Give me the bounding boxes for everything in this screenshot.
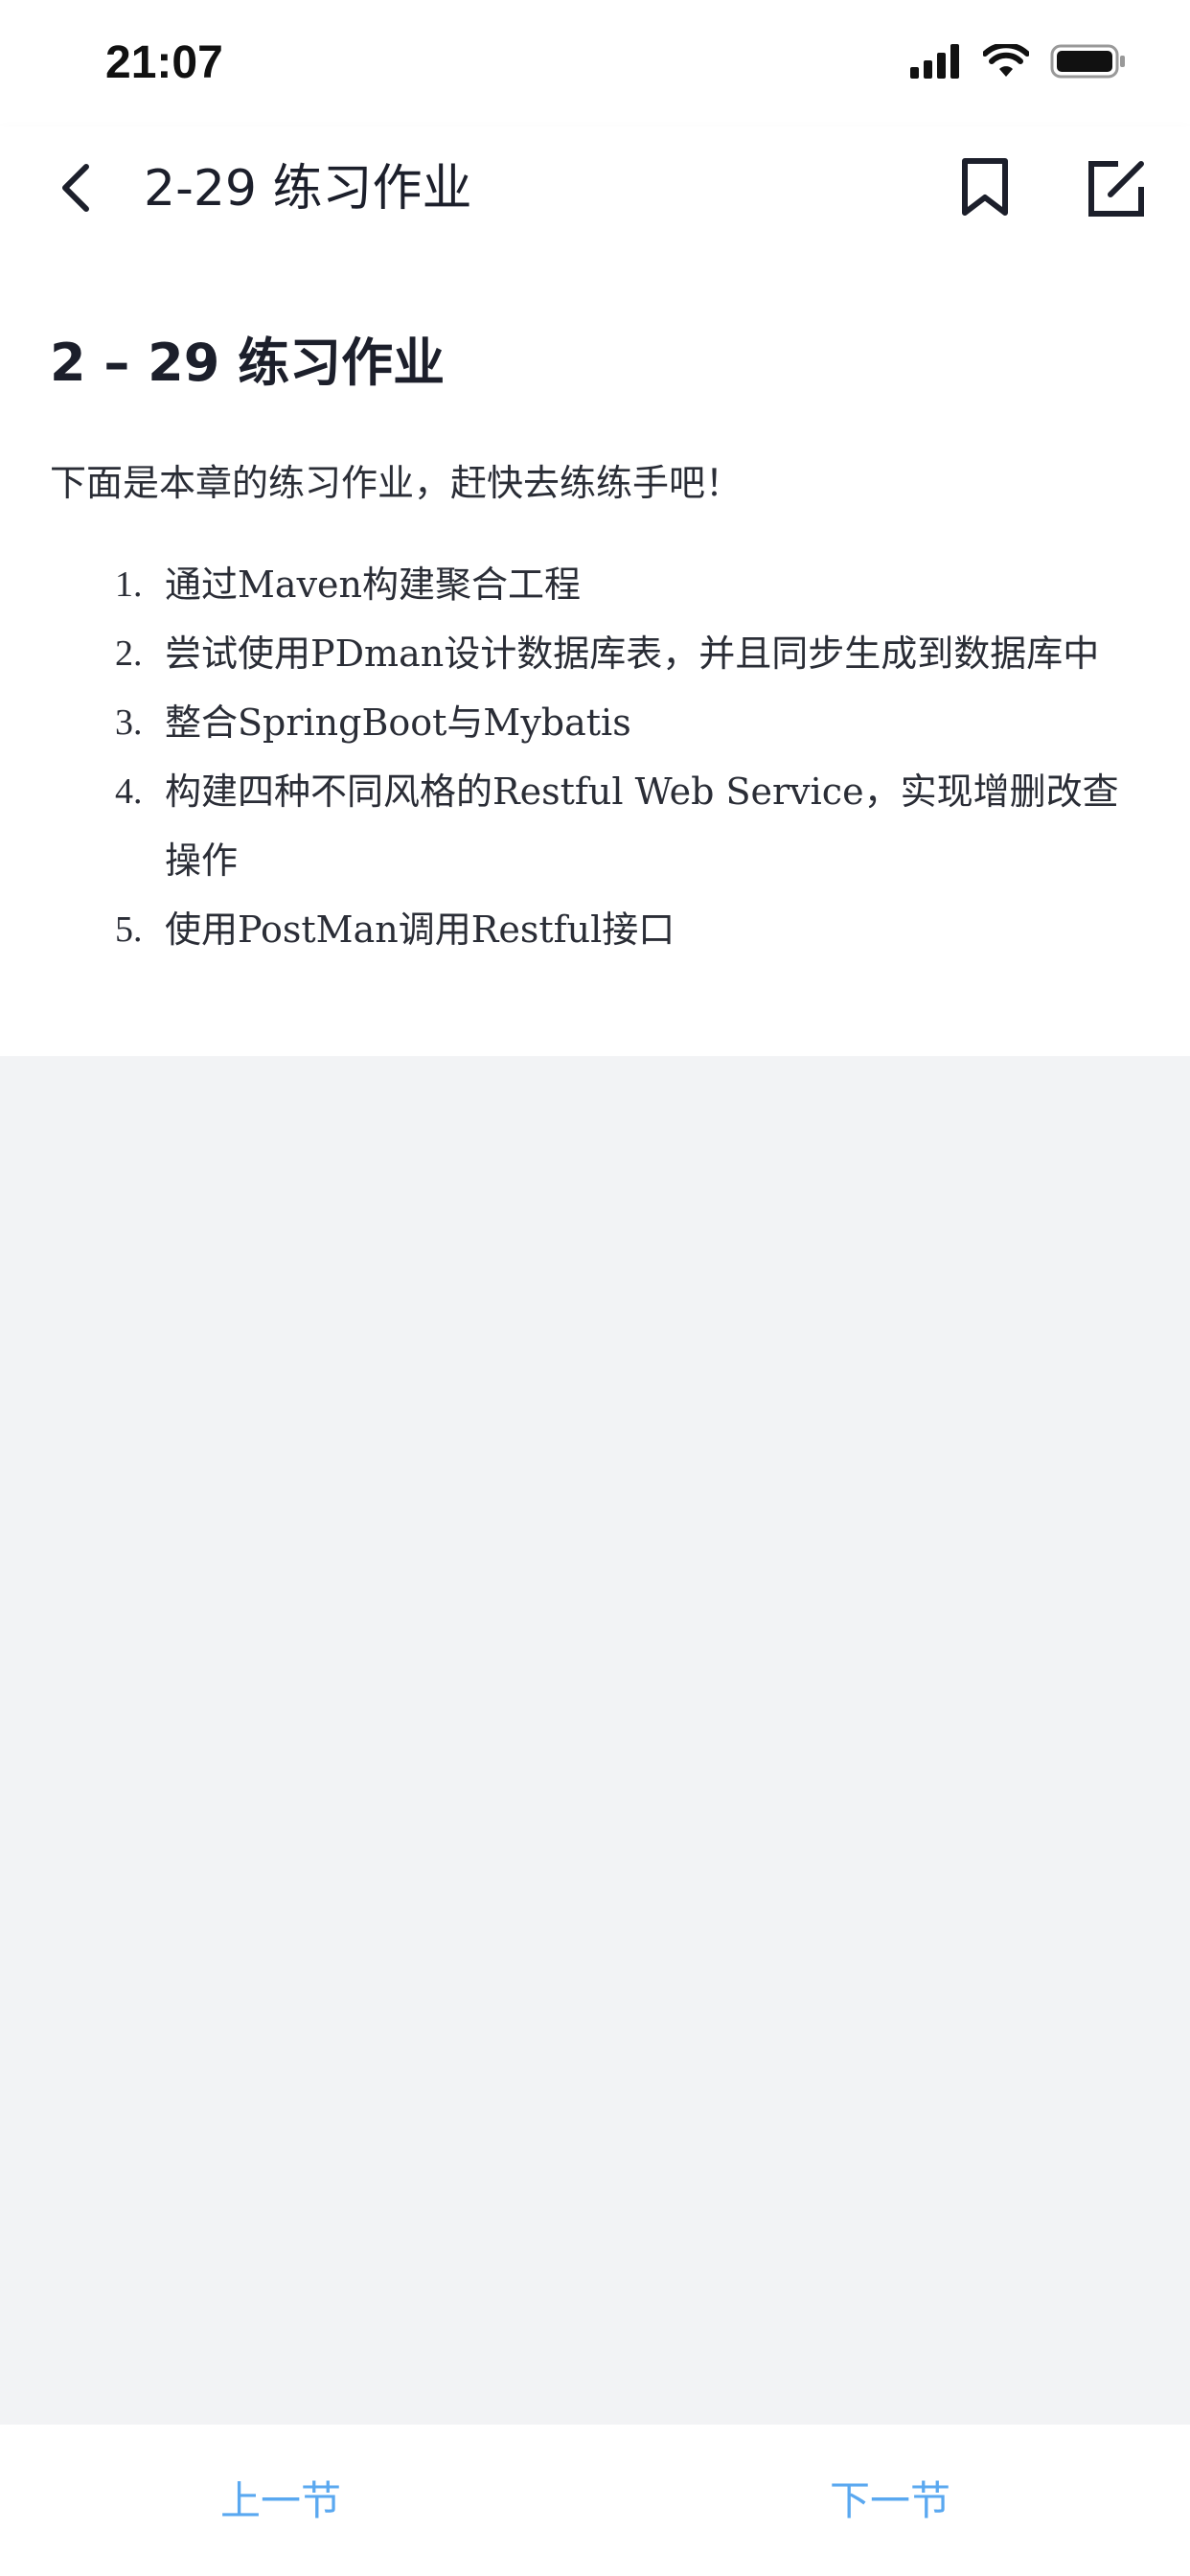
task-item: 4. 构建四种不同风格的Restful Web Service，实现增删改查操作	[115, 757, 1131, 895]
status-icons	[910, 42, 1127, 84]
back-button[interactable]	[46, 159, 107, 220]
task-text: 使用PostMan调用Restful接口	[165, 908, 675, 951]
edit-icon	[1086, 158, 1147, 223]
bookmark-icon	[960, 157, 1010, 220]
article-intro: 下面是本章的练习作业，赶快去练练手吧！	[50, 462, 743, 504]
bottom-nav-bar: 上一节 下一节	[0, 2425, 1190, 2576]
task-list: 1. 通过Maven构建聚合工程 2. 尝试使用PDman设计数据库表，并且同步…	[115, 550, 1131, 964]
edit-button[interactable]	[1083, 157, 1150, 224]
status-time: 21:07	[105, 37, 223, 88]
task-number: 3.	[115, 702, 143, 743]
task-item: 2. 尝试使用PDman设计数据库表，并且同步生成到数据库中	[115, 619, 1131, 688]
signal-icon	[910, 44, 962, 82]
nav-bar: 2-29 练习作业	[0, 126, 1190, 253]
task-item: 3. 整合SpringBoot与Mybatis	[115, 688, 1131, 757]
page-title: 2-29 练习作业	[144, 160, 472, 218]
prev-section-button[interactable]: 上一节	[220, 2469, 341, 2527]
article-content: 2 – 29 练习作业 下面是本章的练习作业，赶快去练练手吧！ 1. 通过Mav…	[0, 253, 1190, 1056]
status-bar: 21:07	[0, 0, 1190, 126]
task-item: 5. 使用PostMan调用Restful接口	[115, 895, 1131, 964]
task-number: 5.	[115, 909, 143, 950]
task-number: 2.	[115, 633, 143, 674]
task-text: 整合SpringBoot与Mybatis	[165, 702, 631, 744]
task-item: 1. 通过Maven构建聚合工程	[115, 550, 1131, 619]
battery-icon	[1050, 42, 1127, 84]
back-arrow-icon	[57, 163, 96, 217]
task-text: 通过Maven构建聚合工程	[165, 564, 581, 606]
bookmark-button[interactable]	[953, 157, 1017, 220]
task-number: 1.	[115, 564, 143, 605]
article-title: 2 – 29 练习作业	[50, 333, 446, 393]
task-text: 尝试使用PDman设计数据库表，并且同步生成到数据库中	[165, 632, 1100, 675]
next-section-button[interactable]: 下一节	[830, 2469, 950, 2527]
task-text: 构建四种不同风格的Restful Web Service，实现增删改查操作	[165, 770, 1119, 882]
wifi-icon	[982, 42, 1030, 82]
task-number: 4.	[115, 771, 143, 812]
empty-area	[0, 1056, 1190, 2425]
